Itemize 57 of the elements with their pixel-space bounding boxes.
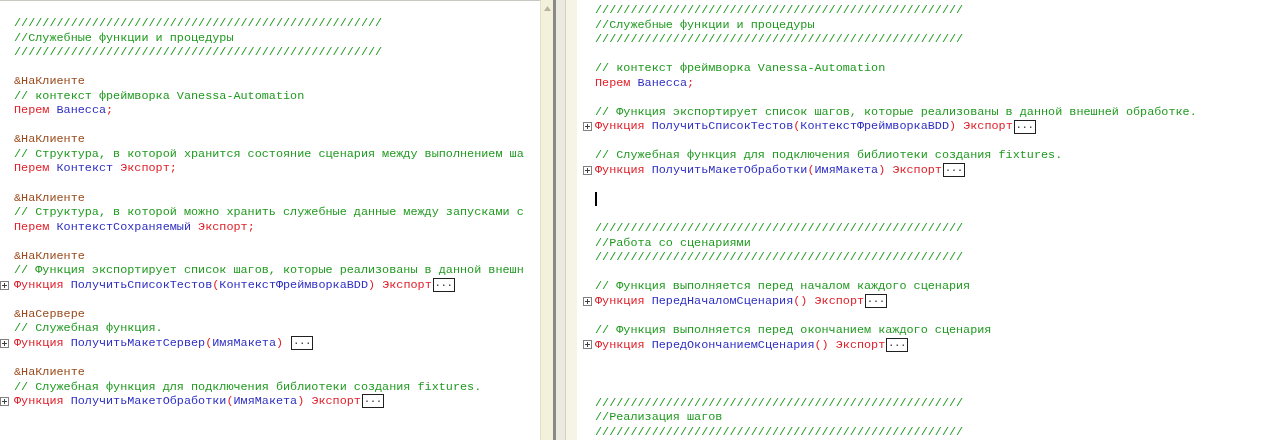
expand-icon[interactable]	[583, 296, 592, 306]
code-line: Перем Контекст Экспорт;	[14, 161, 177, 176]
code-line: // Функция выполняется перед началом каждого сценария	[595, 279, 971, 294]
code-line: // Функция выполняется перед окончанием каждого сценария	[595, 323, 992, 338]
collapsed-block-button[interactable]: ...	[886, 337, 909, 352]
code-line: Функция ПередНачаломСценария() Экспорт	[595, 293, 865, 309]
code-line: // Структура, в которой можно хранить служебные данные между запусками с	[14, 205, 524, 220]
collapsed-block-button[interactable]: ...	[1013, 119, 1036, 134]
code-line: // Служебная функция для подключения библиотеки создания fixtures.	[595, 148, 1063, 163]
scrollbar[interactable]	[540, 0, 553, 440]
code-line: Перем Ванесса;	[595, 75, 695, 91]
code-line: &НаКлиенте	[14, 190, 85, 206]
pane-splitter[interactable]	[553, 0, 565, 440]
expand-icon[interactable]	[0, 397, 9, 406]
code-line: // Структура, в которой хранится состояние сценария между выполнением ша	[14, 146, 524, 162]
code-line: //Реализация шагов	[595, 410, 723, 425]
code-line: ////////////////////////////////////////////////////	[595, 32, 964, 47]
code-line: ////////////////////////////////////////////////////	[595, 221, 964, 236]
code-line: ////////////////////////////////////////////////////	[595, 250, 964, 265]
code-line: //Служебные функции и процедуры	[595, 17, 815, 33]
code-line: Функция ПередОкончаниемСценария() Экспорт	[595, 337, 886, 353]
code-line: &НаКлиенте	[14, 365, 85, 380]
expand-icon[interactable]	[583, 340, 592, 350]
code-line: // контекст фреймворка Vanessa-Automation	[14, 88, 305, 104]
code-line: Перем Ванесса;	[14, 103, 114, 118]
code-line: // контекст фреймворка Vanessa-Automation	[595, 61, 886, 76]
text-cursor	[595, 192, 597, 207]
code-line: &НаКлиенте	[14, 132, 85, 147]
code-line: // Функция экспортирует список шагов, которые реализованы в данной внешней обработке.	[595, 104, 1197, 120]
code-line: //Работа со сценариями	[595, 235, 751, 251]
expand-icon[interactable]	[583, 122, 592, 132]
code-line: //Служебные функции и процедуры	[14, 30, 234, 46]
code-line: ////////////////////////////////////////////////////	[595, 395, 964, 411]
collapsed-block-button[interactable]: ...	[865, 294, 888, 309]
collapsed-block-button[interactable]: ...	[291, 336, 314, 351]
code-line: Функция ПолучитьМакетОбработки(ИмяМакета) Экспорт	[595, 163, 942, 178]
code-line: &НаКлиенте	[14, 74, 85, 89]
expand-icon[interactable]	[0, 338, 9, 348]
collapsed-block-button[interactable]: ...	[432, 278, 455, 293]
expand-icon[interactable]	[0, 280, 9, 290]
code-line: Перем КонтекстСохраняемый Экспорт;	[14, 219, 255, 235]
code-line: // Функция экспортирует список шагов, которые реализованы в данной внешн	[14, 263, 524, 278]
code-line: &НаСервере	[14, 306, 85, 322]
collapsed-block-button[interactable]: ...	[942, 163, 965, 178]
code-line: &НаКлиенте	[14, 248, 85, 264]
code-line: // Служебная функция для подключения библиотеки создания fixtures.	[14, 379, 482, 395]
code-line: Функция ПолучитьСписокТестов(КонтекстФреймворкаBDD) Экспорт	[595, 119, 1013, 134]
code-line: ////////////////////////////////////////////////////	[595, 424, 964, 440]
code-line: ////////////////////////////////////////////////////	[595, 3, 964, 18]
code-line: Функция ПолучитьМакетСервер(ИмяМакета)	[14, 336, 285, 351]
expand-icon[interactable]	[583, 165, 592, 175]
code-line: Функция ПолучитьСписокТестов(КонтекстФреймворкаBDD) Экспорт	[14, 277, 432, 293]
code-line: // Служебная функция.	[14, 321, 163, 337]
collapsed-block-button[interactable]: ...	[361, 394, 384, 409]
code-line: Функция ПолучитьМакетОбработки(ИмяМакета) Экспорт	[14, 394, 361, 409]
code-line: ////////////////////////////////////////////////////	[14, 16, 383, 31]
code-line: ////////////////////////////////////////////////////	[14, 45, 383, 60]
